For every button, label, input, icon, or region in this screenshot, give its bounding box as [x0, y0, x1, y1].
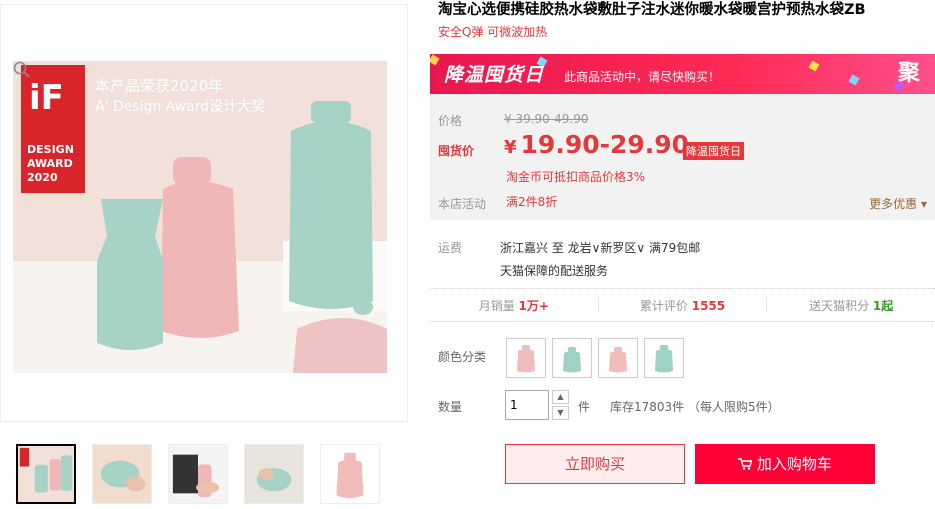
swatch-mint-tall[interactable]: [644, 338, 684, 378]
swatch-mint-small[interactable]: [552, 338, 592, 378]
shipping-label: 运费: [438, 241, 463, 255]
swatch-pink-tall[interactable]: [506, 338, 546, 378]
price-panel: 价格 ¥ 39.90-49.90 囤货价 ¥19.90-29.90 降温囤货日 …: [430, 94, 935, 220]
svg-text:本产品荣获2020年: 本产品荣获2020年: [95, 77, 223, 95]
stock-info: 库存17803件 （每人限购5件）: [610, 400, 780, 414]
cart-icon: [738, 455, 757, 473]
tmall-points: 送天猫积分 1起: [809, 299, 894, 313]
promo-logo: 降温囤货日: [444, 64, 545, 86]
promo-banner: 降温囤货日 此商品活动中，请尽快购买！ 聚: [430, 54, 935, 94]
store-activity-label: 本店活动: [438, 197, 487, 211]
thumbnail-4[interactable]: [244, 444, 304, 504]
add-to-cart-button[interactable]: 加入购物车: [695, 444, 875, 484]
quantity-decrease-button[interactable]: ▼: [552, 406, 569, 420]
orig-price-label: 价格: [438, 114, 463, 128]
store-activity-value: 满2件8折: [506, 195, 558, 209]
product-info: 淘宝心选便携硅胶热水袋敷肚子注水迷你暖水袋暖宫护预热水袋ZB 安全Q弹 可微波加…: [430, 0, 935, 40]
promo-tag: 降温囤货日: [683, 142, 744, 160]
shipping-note: 天猫保障的配送服务: [500, 264, 609, 278]
orig-price: ¥ 39.90-49.90: [504, 112, 589, 126]
product-subtitle: 安全Q弹 可微波加热: [438, 25, 548, 39]
main-product-image[interactable]: iF DESIGN AWARD 2020 本产品荣获2020年 A' Desig…: [0, 4, 408, 422]
thumbnail-3[interactable]: [168, 444, 228, 504]
monthly-sales: 月销量 1万+: [430, 297, 599, 313]
quantity-increase-button[interactable]: ▲: [552, 390, 569, 404]
thumbnail-2[interactable]: [92, 444, 152, 504]
quantity-label: 数量: [438, 400, 463, 414]
svg-text:A' Design Award设计大奖: A' Design Award设计大奖: [95, 98, 265, 115]
review-count[interactable]: 累计评价 1555: [599, 297, 768, 313]
quantity-unit: 件: [578, 400, 591, 414]
product-title: 淘宝心选便携硅胶热水袋敷肚子注水迷你暖水袋暖宫护预热水袋ZB: [438, 2, 866, 18]
product-gallery: iF DESIGN AWARD 2020 本产品荣获2020年 A' Desig…: [0, 0, 410, 509]
buy-now-button[interactable]: 立即购买: [505, 444, 685, 484]
svg-text:DESIGN: DESIGN: [27, 143, 74, 156]
zoom-icon[interactable]: [13, 61, 31, 79]
if-logo-text: iF: [29, 78, 64, 118]
product-photo: iF DESIGN AWARD 2020 本产品荣获2020年 A' Desig…: [13, 61, 387, 373]
quantity-input[interactable]: [505, 390, 549, 420]
thumbnail-5[interactable]: [320, 444, 380, 504]
ju-badge: 聚: [897, 61, 920, 86]
thumbnail-strip: [16, 444, 380, 504]
coin-note: 淘金币可抵扣商品价格3%: [506, 170, 646, 184]
shipping-route[interactable]: 浙江嘉兴 至 龙岩∨新罗区∨ 满79包邮: [500, 239, 700, 256]
thumbnail-1[interactable]: [16, 444, 76, 504]
svg-text:AWARD: AWARD: [27, 157, 73, 170]
more-offers-link[interactable]: 更多优惠 ▾: [869, 195, 927, 212]
now-price-label: 囤货价: [438, 144, 475, 158]
promo-text: 此商品活动中，请尽快购买！: [564, 70, 721, 84]
color-swatches: [506, 338, 684, 378]
chevron-down-icon: ▾: [917, 197, 927, 211]
color-option-label: 颜色分类: [438, 350, 487, 364]
now-price: ¥19.90-29.90: [504, 130, 690, 159]
swatch-pink-small[interactable]: [598, 338, 638, 378]
sales-stats: 月销量 1万+ 累计评价 1555 送天猫积分 1起: [430, 288, 935, 322]
svg-text:2020: 2020: [27, 171, 58, 184]
